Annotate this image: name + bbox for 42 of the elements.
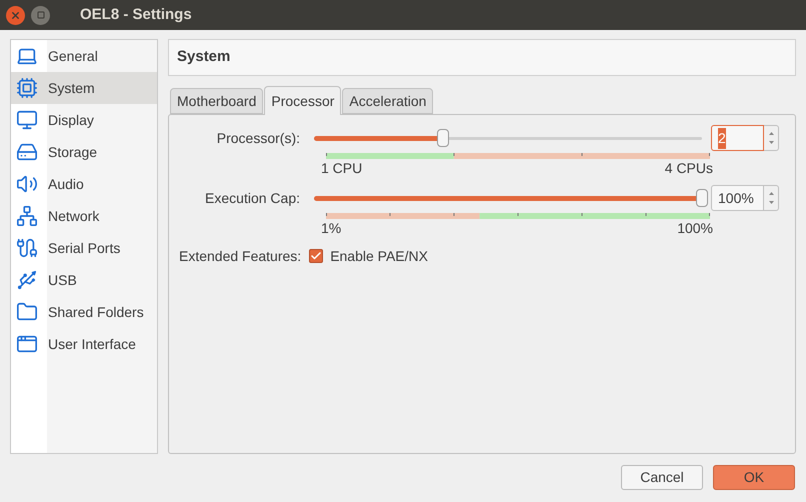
spin-arrows-icon[interactable] — [764, 185, 779, 211]
sidebar-item[interactable]: User Interface — [11, 328, 157, 360]
sidebar-item[interactable]: USB — [11, 264, 157, 296]
close-button[interactable] — [6, 6, 25, 24]
sidebar-item[interactable]: Storage — [11, 136, 157, 168]
monitor-icon — [16, 109, 38, 131]
spin-field[interactable]: 100% — [711, 185, 764, 211]
tab[interactable]: Motherboard — [170, 88, 264, 114]
tab[interactable]: Processor — [264, 86, 342, 115]
usb-icon — [16, 269, 38, 291]
sidebar-item[interactable]: Shared Folders — [11, 296, 157, 328]
close-icon — [10, 10, 21, 20]
sidebar-item[interactable]: Network — [11, 200, 157, 232]
sidebar-item[interactable]: System — [11, 72, 157, 104]
speaker-icon — [16, 173, 38, 195]
window-title: OEL8 - Settings — [80, 4, 192, 25]
features-label: Extended Features: — [179, 246, 302, 266]
sidebar-item[interactable]: Display — [11, 104, 157, 136]
page-title: System — [177, 47, 230, 68]
max-label: 4 CPUs — [664, 159, 713, 177]
sidebar-item[interactable]: General — [11, 40, 157, 72]
slider-label: Execution Cap: — [204, 188, 301, 208]
slider-handle[interactable] — [696, 189, 708, 207]
tab[interactable]: Acceleration — [342, 88, 434, 114]
window-icon — [16, 333, 38, 355]
spin-arrows-icon[interactable] — [764, 125, 779, 151]
pae-checkbox[interactable]: Enable PAE/NX — [309, 246, 428, 266]
folder-icon — [16, 301, 38, 323]
cable-icon — [16, 237, 38, 259]
dialog-button[interactable]: Cancel — [621, 465, 703, 490]
sidebar-item[interactable]: Audio — [11, 168, 157, 200]
maximize-icon — [36, 11, 44, 19]
chip-icon — [16, 77, 38, 99]
dialog-button[interactable]: OK — [713, 465, 795, 490]
min-label: 1% — [321, 219, 342, 237]
min-label: 1 CPU — [321, 159, 362, 177]
sidebar-item[interactable]: Serial Ports — [11, 232, 157, 264]
slider-label: Processor(s): — [216, 128, 301, 148]
max-label: 100% — [677, 219, 713, 237]
network-icon — [16, 205, 38, 227]
slider-handle[interactable] — [437, 129, 450, 147]
maximize-button[interactable] — [31, 6, 50, 24]
